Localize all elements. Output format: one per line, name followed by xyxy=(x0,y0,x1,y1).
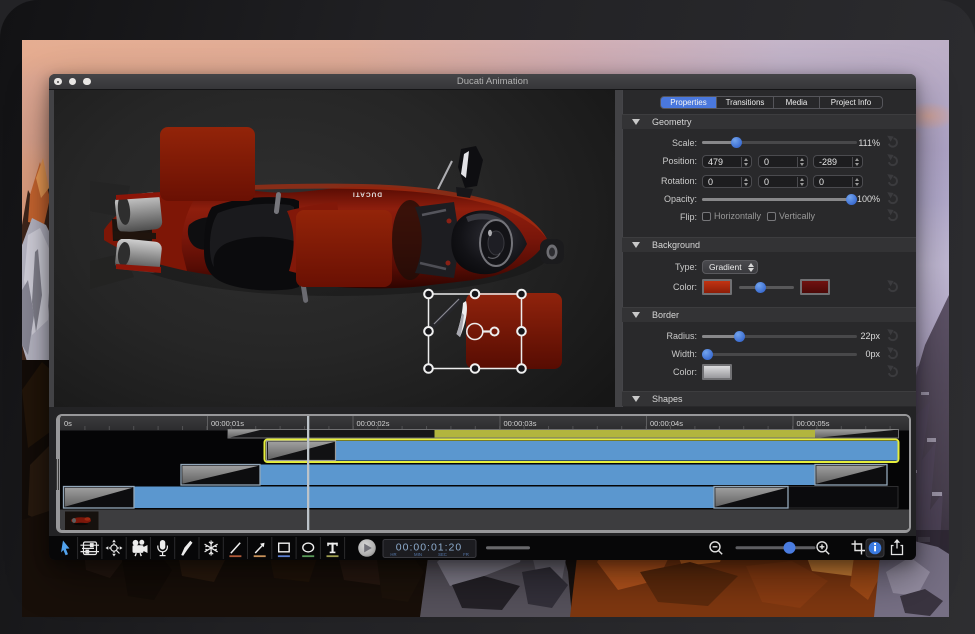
svg-text:0s: 0s xyxy=(64,419,72,428)
svg-text:00:00:01s: 00:00:01s xyxy=(211,419,244,428)
svg-text:SEC: SEC xyxy=(438,552,447,557)
svg-text:FR: FR xyxy=(463,552,469,557)
svg-text:00:00:03s: 00:00:03s xyxy=(503,419,536,428)
svg-text:00:00:04s: 00:00:04s xyxy=(650,419,683,428)
svg-text:00:00:01:20: 00:00:01:20 xyxy=(396,542,462,554)
svg-text:DUCATI: DUCATI xyxy=(352,191,382,198)
svg-text:00:00:05s: 00:00:05s xyxy=(796,419,829,428)
svg-text:MIN: MIN xyxy=(414,552,422,557)
svg-text:00:00:02s: 00:00:02s xyxy=(356,419,389,428)
svg-text:HR: HR xyxy=(390,552,396,557)
